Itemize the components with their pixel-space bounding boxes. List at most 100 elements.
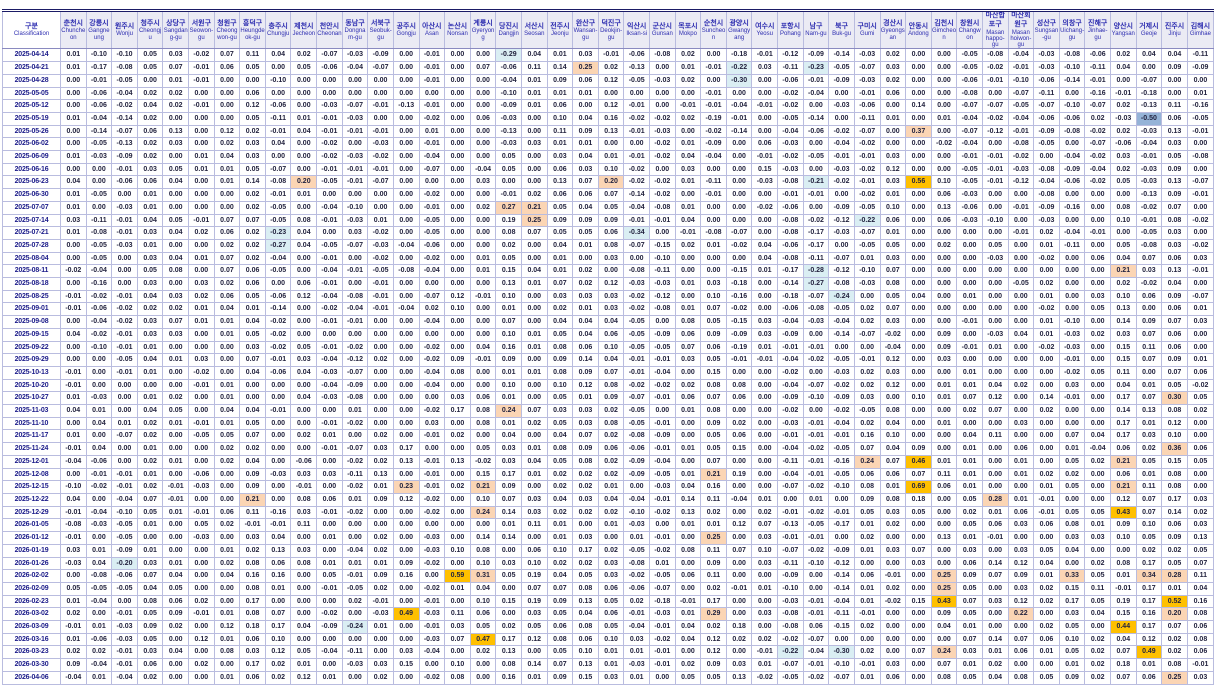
value-cell: -0.07	[725, 226, 753, 240]
value-cell: -0.02	[418, 505, 446, 520]
value-cell: 0.12	[879, 378, 907, 393]
value-cell: -0.16	[85, 277, 113, 291]
value-cell: 0.01	[1033, 569, 1060, 583]
value-cell: 0.00	[1007, 315, 1035, 329]
column-name-en: Wonju	[116, 31, 133, 38]
value-cell: -0.17	[828, 518, 855, 533]
value-cell: 0.00	[469, 429, 497, 444]
value-cell: 0.00	[213, 365, 241, 380]
value-cell: 0.02	[572, 480, 599, 494]
value-cell: 0.02	[367, 581, 394, 596]
value-cell: -0.10	[85, 48, 113, 63]
value-cell: 0.01	[1135, 416, 1163, 431]
table-row: 2026-02-23 0.01 -0.04 0.00 0.08 0.06 0.02 0.00 0…	[2, 594, 1215, 609]
value-cell: 0.12	[700, 632, 727, 647]
value-cell: 0.02	[853, 645, 881, 660]
table-row: 2025-12-29 -0.01 -0.04 -0.10 0.05 0.01 -0.01 0.…	[2, 505, 1215, 520]
value-cell: -0.02	[188, 365, 215, 380]
value-cell: 0.00	[1109, 226, 1137, 240]
value-cell: 0.03	[520, 505, 548, 520]
value-cell: 0.02	[1135, 543, 1163, 558]
value-cell: -0.08	[85, 226, 113, 240]
value-cell: -0.01	[341, 569, 369, 583]
value-cell: 0.09	[1161, 531, 1188, 545]
value-cell: 0.01	[879, 226, 907, 240]
value-cell: -0.03	[367, 137, 394, 152]
value-cell: 0.05	[546, 391, 574, 406]
value-cell: -0.05	[316, 175, 343, 190]
value-cell: 0.04	[520, 48, 548, 63]
value-cell: 0.00	[649, 670, 676, 685]
value-cell: 0.00	[392, 315, 420, 329]
value-cell: 0.06	[290, 277, 318, 291]
value-cell: 0.01	[1033, 480, 1060, 494]
value-cell: 0.08	[1161, 404, 1188, 418]
value-cell: 0.00	[213, 594, 241, 609]
value-cell: -0.01	[649, 531, 676, 545]
value-cell: -0.01	[1186, 264, 1215, 279]
value-cell: 0.00	[981, 353, 1009, 367]
value-cell: -0.18	[725, 48, 753, 63]
value-cell: -0.10	[264, 73, 292, 88]
value-cell: 0.00	[905, 137, 932, 152]
value-cell: 0.00	[392, 467, 420, 482]
column-name-en: Mokpo	[678, 31, 697, 38]
table-row: 2025-09-22 0.00 -0.10 -0.01 0.01 0.00 0.00 0.00…	[2, 340, 1215, 355]
value-cell: 0.00	[981, 302, 1009, 317]
value-cell: -0.02	[1007, 150, 1035, 164]
value-cell: -0.02	[85, 480, 113, 494]
value-cell: -0.02	[1084, 124, 1111, 139]
value-cell: 0.12	[981, 391, 1009, 406]
value-cell: 0.01	[341, 556, 369, 571]
value-cell: 0.00	[751, 111, 779, 126]
value-cell: 0.00	[725, 531, 753, 545]
value-cell: 0.13	[367, 467, 394, 482]
value-cell: 0.02	[264, 658, 292, 672]
value-cell: 0.17	[1109, 391, 1137, 406]
value-cell: 0.00	[60, 315, 87, 329]
value-cell: 0.01	[495, 416, 522, 431]
value-cell: 0.00	[1084, 543, 1111, 558]
value-cell: 0.04	[136, 581, 164, 596]
value-cell: 0.13	[1161, 264, 1188, 279]
value-cell: 0.07	[879, 454, 907, 469]
value-cell: 0.00	[905, 365, 932, 380]
value-cell: 0.00	[905, 251, 932, 266]
value-cell: 0.00	[1084, 467, 1111, 482]
value-cell: 0.04	[674, 150, 702, 164]
value-cell: 0.07	[1109, 645, 1137, 660]
value-cell: 0.00	[367, 111, 394, 126]
value-cell: 0.12	[1161, 416, 1188, 431]
value-cell: -0.04	[802, 86, 830, 101]
value-cell: 0.03	[495, 442, 522, 456]
value-cell: 0.03	[1135, 264, 1163, 279]
value-cell: 0.13	[264, 543, 292, 558]
table-header: 구분 Classification 춘천시 Chuncheon 강릉시 Gangneu…	[2, 8, 1215, 50]
value-cell: 0.02	[1033, 581, 1060, 596]
value-cell: -0.06	[264, 365, 292, 380]
value-cell: 0.08	[290, 213, 318, 228]
column-header: 공주시 Gongju	[392, 8, 420, 50]
value-cell: -0.01	[1033, 505, 1060, 520]
value-cell: 0.04	[162, 645, 190, 660]
value-cell: 0.02	[930, 238, 958, 253]
value-cell: 0.02	[60, 607, 87, 622]
value-cell: 0.07	[1161, 200, 1188, 215]
value-cell: 0.00	[60, 353, 87, 367]
value-cell: 0.00	[392, 620, 420, 634]
value-cell: 0.12	[213, 620, 241, 634]
value-cell: 0.00	[264, 86, 292, 101]
value-cell: -0.10	[828, 658, 855, 672]
value-cell: -0.09	[1058, 162, 1086, 177]
value-cell: 0.05	[239, 61, 266, 75]
value-cell: 0.06	[597, 327, 625, 342]
value-cell: 0.00	[1186, 277, 1215, 291]
value-cell: 0.00	[213, 200, 241, 215]
value-cell: -0.12	[981, 124, 1009, 139]
value-cell: -0.09	[828, 200, 855, 215]
value-cell: 0.23	[392, 480, 420, 494]
value-cell: 0.00	[879, 632, 907, 647]
value-cell: -0.11	[777, 454, 804, 469]
column-name-ko: 마산합포구	[985, 12, 1005, 28]
value-cell: 0.00	[905, 340, 932, 355]
